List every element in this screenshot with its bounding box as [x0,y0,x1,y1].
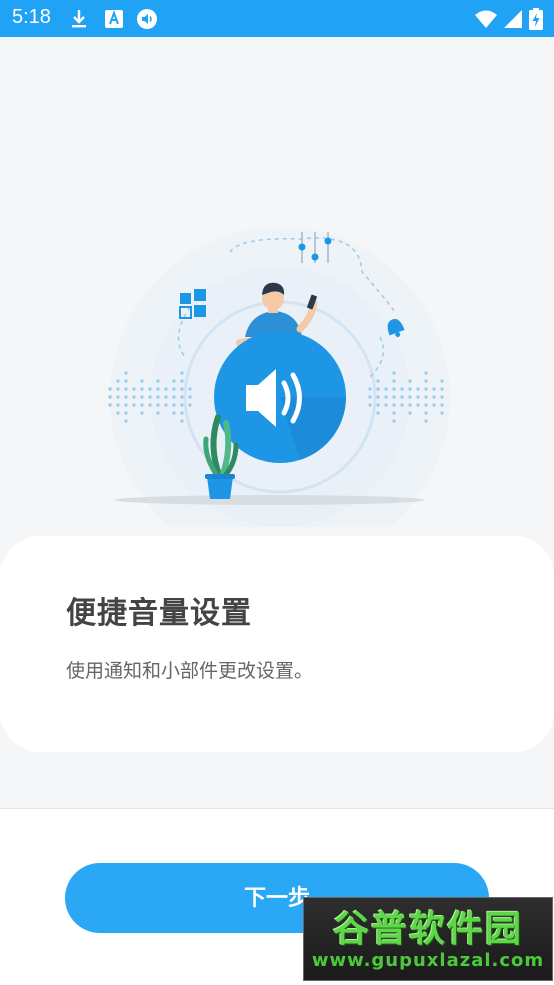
status-time: 5:18 [12,6,51,28]
watermark-logo: 谷普软件园 www.gupuxlazal.com [303,897,553,981]
info-card: 便捷音量设置 使用通知和小部件更改设置。 [0,536,554,752]
download-icon [72,10,86,28]
volume-illustration [108,227,450,527]
status-bar: 5:18 [0,0,554,37]
watermark-url: www.gupuxlazal.com [311,950,545,971]
wifi-icon [475,10,497,28]
signal-icon [504,10,522,28]
battery-charging-icon [529,8,543,30]
volume-badge-icon [137,9,157,29]
watermark-title: 谷普软件园 [332,909,523,950]
card-title: 便捷音量设置 [66,596,252,631]
font-a-icon [105,10,123,28]
card-description: 使用通知和小部件更改设置。 [66,660,314,682]
